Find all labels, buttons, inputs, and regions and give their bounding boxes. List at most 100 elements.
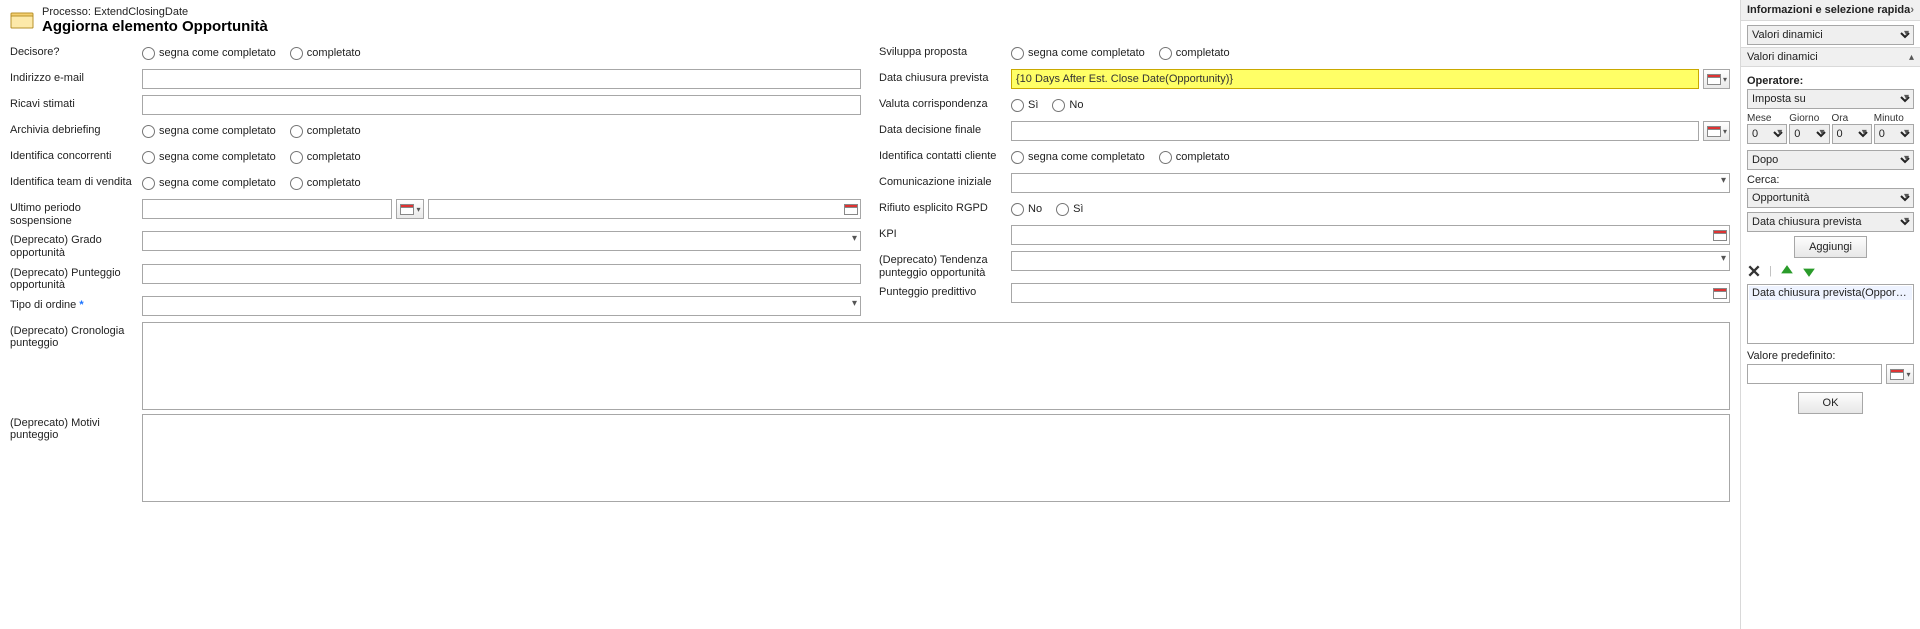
label-kpi: KPI — [879, 225, 1011, 241]
radio-completed[interactable]: completato — [290, 125, 361, 138]
label-mese: Mese — [1747, 113, 1787, 124]
main-form: Processo: ExtendClosingDate Aggiorna ele… — [0, 0, 1740, 629]
default-value-label: Valore predefinito: — [1747, 350, 1914, 362]
select-search-field[interactable]: Data chiusura prevista — [1747, 212, 1914, 232]
remove-icon[interactable] — [1747, 264, 1761, 278]
input-ultsosp-2[interactable] — [428, 199, 861, 219]
label-ora: Ora — [1832, 113, 1872, 124]
chevron-up-icon: ▴ — [1909, 52, 1914, 63]
input-predittivo[interactable] — [1011, 283, 1730, 303]
radio-mark-completed[interactable]: segna come completato — [1011, 151, 1145, 164]
select-mode[interactable]: Valori dinamici — [1747, 25, 1914, 45]
label-tendenza: (Deprecato) Tendenza punteggio opportuni… — [879, 251, 1011, 279]
radio-decisore: segna come completato completato — [142, 43, 861, 63]
calendar-icon[interactable] — [844, 202, 858, 216]
page-header: Processo: ExtendClosingDate Aggiorna ele… — [10, 6, 1730, 35]
side-panel-header: Informazioni e selezione rapida › — [1741, 0, 1920, 21]
datepicker-button[interactable]: ▾ — [1703, 121, 1730, 141]
textarea-cronologia[interactable] — [142, 322, 1730, 410]
select-giorno[interactable]: 0 — [1789, 124, 1829, 144]
search-label: Cerca: — [1747, 174, 1914, 186]
radio-no[interactable]: No — [1011, 203, 1042, 216]
move-down-icon[interactable] — [1802, 264, 1816, 278]
input-default-value[interactable] — [1747, 364, 1882, 384]
calendar-icon[interactable] — [1713, 228, 1727, 242]
time-grid: Mese0 Giorno0 Ora0 Minuto0 — [1747, 113, 1914, 144]
selected-items-list[interactable]: Data chiusura prevista(Opportunità — [1747, 284, 1914, 344]
separator: | — [1769, 265, 1772, 277]
radio-completed[interactable]: completato — [1159, 47, 1230, 60]
select-dopo[interactable]: Dopo — [1747, 150, 1914, 170]
select-mese[interactable]: 0 — [1747, 124, 1787, 144]
label-sviluppa: Sviluppa proposta — [879, 43, 1011, 59]
radio-completed[interactable]: completato — [290, 47, 361, 60]
select-minuto[interactable]: 0 — [1874, 124, 1914, 144]
label-ricavi: Ricavi stimati — [10, 95, 142, 111]
input-kpi[interactable] — [1011, 225, 1730, 245]
process-prefix: Processo: — [42, 6, 91, 18]
radio-completed[interactable]: completato — [290, 177, 361, 190]
operator-label: Operatore: — [1747, 75, 1914, 87]
label-rgpd: Rifiuto esplicito RGPD — [879, 199, 1011, 215]
select-cominit[interactable] — [1011, 173, 1730, 193]
input-ultsosp-1[interactable] — [142, 199, 392, 219]
radio-yes[interactable]: Sì — [1011, 99, 1038, 112]
datepicker-button[interactable]: ▾ — [396, 199, 424, 219]
move-up-icon[interactable] — [1780, 264, 1794, 278]
select-grado[interactable] — [142, 231, 861, 251]
side-panel: Informazioni e selezione rapida › Valori… — [1740, 0, 1920, 629]
label-chiusura: Data chiusura prevista — [879, 69, 1011, 85]
input-decfinale[interactable] — [1011, 121, 1699, 141]
label-predittivo: Punteggio predittivo — [879, 283, 1011, 299]
input-ricavi[interactable] — [142, 95, 861, 115]
label-giorno: Giorno — [1789, 113, 1829, 124]
form-column-left: Decisore? segna come completato completa… — [10, 43, 861, 322]
radio-mark-completed[interactable]: segna come completato — [142, 151, 276, 164]
add-button[interactable]: Aggiungi — [1794, 236, 1867, 258]
process-name: ExtendClosingDate — [94, 6, 188, 18]
radio-mark-completed[interactable]: segna come completato — [142, 125, 276, 138]
radio-mark-completed[interactable]: segna come completato — [142, 47, 276, 60]
select-tendenza[interactable] — [1011, 251, 1730, 271]
input-punteggio[interactable] — [142, 264, 861, 284]
radio-mark-completed[interactable]: segna come completato — [142, 177, 276, 190]
calendar-icon[interactable] — [1713, 286, 1727, 300]
page-title: Aggiorna elemento Opportunità — [42, 18, 268, 35]
side-panel-title: Informazioni e selezione rapida — [1747, 4, 1910, 16]
label-valcorr: Valuta corrispondenza — [879, 95, 1011, 111]
label-minuto: Minuto — [1874, 113, 1914, 124]
list-toolbar: | — [1747, 264, 1914, 278]
label-decisore: Decisore? — [10, 43, 142, 59]
chevron-right-icon[interactable]: › — [1910, 4, 1914, 16]
ok-button[interactable]: OK — [1798, 392, 1864, 414]
select-tipo[interactable] — [142, 296, 861, 316]
label-tipo: Tipo di ordine * — [10, 296, 142, 312]
input-email[interactable] — [142, 69, 861, 89]
form-column-right: Sviluppa proposta segna come completato … — [879, 43, 1730, 322]
radio-completed[interactable]: completato — [290, 151, 361, 164]
list-item[interactable]: Data chiusura prevista(Opportunità — [1749, 286, 1912, 300]
folder-icon — [10, 10, 34, 30]
label-decfinale: Data decisione finale — [879, 121, 1011, 137]
datepicker-button[interactable]: ▾ — [1703, 69, 1730, 89]
label-email: Indirizzo e-mail — [10, 69, 142, 85]
header-text: Processo: ExtendClosingDate Aggiorna ele… — [42, 6, 268, 35]
side-subheader[interactable]: Valori dinamici ▴ — [1741, 47, 1920, 67]
textarea-motivi[interactable] — [142, 414, 1730, 502]
label-cronologia: (Deprecato) Cronologia punteggio — [10, 322, 142, 350]
label-concorrenti: Identifica concorrenti — [10, 147, 142, 163]
radio-completed[interactable]: completato — [1159, 151, 1230, 164]
select-ora[interactable]: 0 — [1832, 124, 1872, 144]
radio-yes[interactable]: Sì — [1056, 203, 1083, 216]
select-search-entity[interactable]: Opportunità — [1747, 188, 1914, 208]
label-motivi: (Deprecato) Motivi punteggio — [10, 414, 142, 442]
input-chiusura[interactable] — [1011, 69, 1699, 89]
label-punteggio: (Deprecato) Punteggio opportunità — [10, 264, 142, 292]
select-operator[interactable]: Imposta su — [1747, 89, 1914, 109]
datepicker-button[interactable]: ▾ — [1886, 364, 1914, 384]
label-team: Identifica team di vendita — [10, 173, 142, 189]
label-debrief: Archivia debriefing — [10, 121, 142, 137]
radio-no[interactable]: No — [1052, 99, 1083, 112]
radio-mark-completed[interactable]: segna come completato — [1011, 47, 1145, 60]
label-cominit: Comunicazione iniziale — [879, 173, 1011, 189]
